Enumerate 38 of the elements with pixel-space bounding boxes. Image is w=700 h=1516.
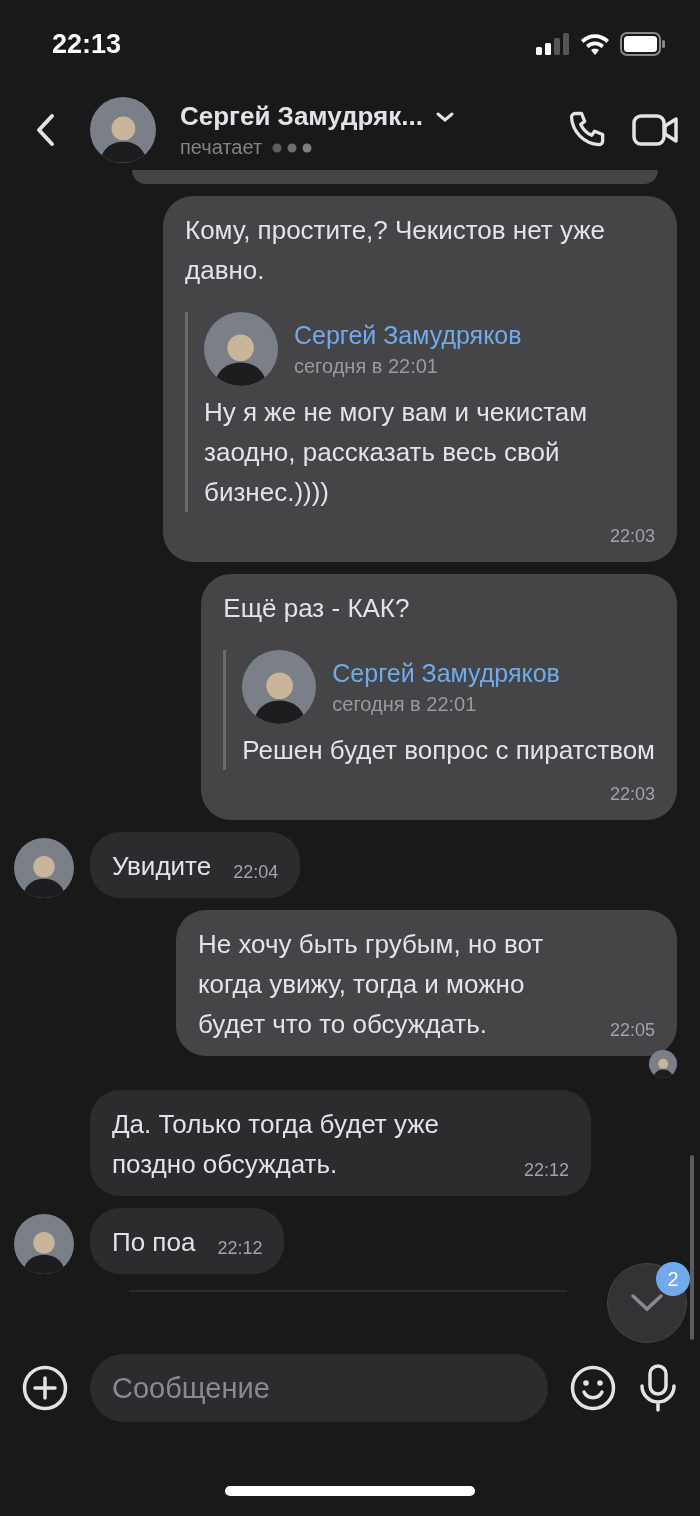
message-text: Ещё раз - КАК? <box>223 592 411 625</box>
quoted-author: Сергей Замудряков <box>332 658 560 689</box>
message-text: Да. Только тогда будет уже поздно обсуждать. <box>112 1108 441 1181</box>
message-field[interactable]: Сообщение <box>90 1354 548 1422</box>
sender-avatar <box>14 838 74 898</box>
message-text: Не хочу быть грубым, но вот когда увижу, тогда и можно будет что то обсуждать. <box>197 928 545 1041</box>
unread-badge: 2 <box>656 1262 690 1296</box>
microphone-icon[interactable] <box>638 1364 678 1412</box>
quoted-text: Ну я же не могу вам и чекистам заодно, рассказать весь свой бизнес.)))) <box>204 396 589 509</box>
typing-status: печатает <box>180 136 263 159</box>
quoted-author: Сергей Замудряков <box>294 320 522 351</box>
quoted-date: сегодня в 22:01 <box>294 354 439 379</box>
message-time: 22:05 <box>609 1019 655 1042</box>
smiley-icon[interactable] <box>570 1365 616 1411</box>
message-time: 22:12 <box>524 1159 570 1182</box>
back-icon <box>35 113 55 147</box>
contact-name[interactable]: Сергей Замудряк... <box>180 101 423 132</box>
quoted-message[interactable]: Сергей Замудряков сегодня в 22:01 Решен будет вопрос с пиратством <box>223 650 655 770</box>
quoted-message[interactable]: Сергей Замудряков сегодня в 22:01 Ну я же не могу вам и чекистам заодно, рассказать весь свой бизнес.)))) <box>185 312 655 512</box>
video-camera-icon[interactable] <box>632 113 680 147</box>
add-icon[interactable] <box>22 1365 68 1411</box>
message-text: Кому, простите,? Чекистов нет уже давно. <box>185 214 607 287</box>
signal-icon <box>536 33 570 55</box>
quoted-date: сегодня в 22:01 <box>332 692 478 717</box>
read-avatar <box>649 1050 677 1078</box>
message-time: 22:03 <box>609 525 655 548</box>
chevron-down-icon <box>630 1293 664 1313</box>
message-time: 22:03 <box>609 783 655 806</box>
message-time: 22:04 <box>233 861 279 884</box>
quoted-text: Решен будет вопрос с пиратством <box>242 734 655 767</box>
message-text: По поа <box>112 1226 196 1259</box>
wifi-icon <box>580 33 610 55</box>
message-time: 22:12 <box>217 1237 263 1260</box>
message-text: Увидите <box>112 850 212 883</box>
sender-avatar <box>14 1214 74 1274</box>
battery-icon <box>620 32 666 56</box>
chevron-down-icon[interactable] <box>434 110 455 123</box>
status-time: 22:13 <box>52 28 122 60</box>
